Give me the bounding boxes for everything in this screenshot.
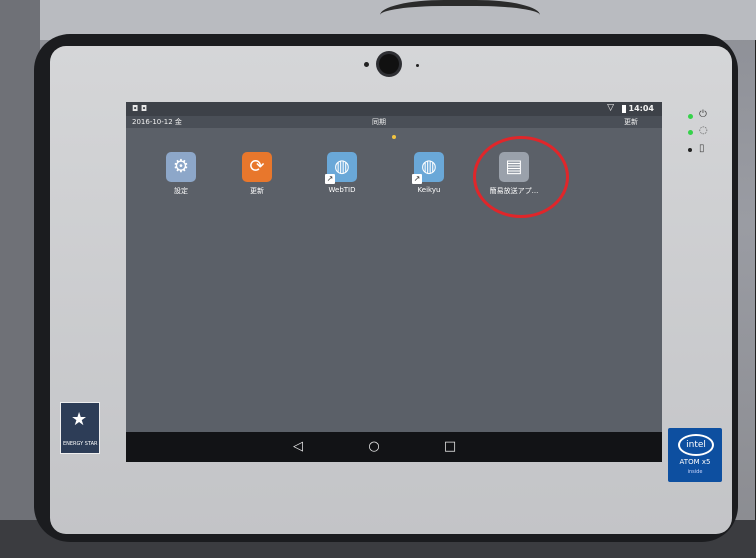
power-icon: ⏻ xyxy=(699,109,707,120)
app-label: 更新 xyxy=(250,187,264,195)
home-button[interactable]: ○ xyxy=(365,438,383,456)
energy-star-label: ENERGY STAR xyxy=(63,441,98,447)
app-update[interactable]: ⟳ 更新 xyxy=(222,152,292,196)
front-camera-icon xyxy=(379,54,399,74)
info-right-text: 更新 xyxy=(624,118,638,126)
storage-icon: ◌ xyxy=(699,125,708,136)
notification-icons: ◘ ◘ xyxy=(132,104,148,113)
energy-star-icon: ★ xyxy=(71,409,88,430)
energy-star-badge: ★ ENERGY STAR xyxy=(60,402,100,454)
storage-led-icon xyxy=(688,130,693,135)
battery-led-icon xyxy=(688,148,692,152)
recents-button[interactable]: □ xyxy=(441,438,459,456)
power-cable xyxy=(380,0,540,38)
intel-inside-label: inside xyxy=(687,469,703,475)
back-button[interactable]: ◁ xyxy=(289,438,307,456)
navigation-bar: ◁ ○ □ xyxy=(126,432,662,462)
info-bar: 2016-10-12 金 同期 更新 xyxy=(126,116,662,128)
wifi-icon: ▽ xyxy=(607,103,614,113)
app-label: 設定 xyxy=(174,187,188,195)
intel-badge: intel ATOM x5 inside xyxy=(668,428,722,482)
intel-chip-label: ATOM x5 xyxy=(679,458,711,466)
android-screen: ◘ ◘ ▽ 14:04 2016-10-12 金 同期 更新 ⚙ 設定 ⟳ 更新… xyxy=(126,102,662,462)
app-settings[interactable]: ⚙ 設定 xyxy=(146,152,216,196)
settings-gear-icon: ⚙ xyxy=(166,152,196,182)
shortcut-arrow-icon: ↗ xyxy=(325,174,335,184)
status-time: 14:04 xyxy=(628,104,654,113)
shortcut-arrow-icon: ↗ xyxy=(412,174,422,184)
browser-globe-icon: ◍ ↗ xyxy=(412,152,444,184)
sensor-icon xyxy=(364,62,369,67)
battery-indicator-icon: ▯ xyxy=(699,143,705,154)
update-icon: ⟳ xyxy=(242,152,272,182)
power-led-icon xyxy=(688,114,693,119)
battery-icon xyxy=(622,105,626,113)
app-keikyu[interactable]: ◍ ↗ Keikyu xyxy=(394,152,464,194)
app-label: WebTID xyxy=(328,186,356,194)
status-bar: ◘ ◘ ▽ 14:04 xyxy=(126,102,662,116)
highlight-circle xyxy=(473,136,569,218)
app-label: Keikyu xyxy=(417,186,441,194)
app-webtid[interactable]: ◍ ↗ WebTID xyxy=(307,152,377,194)
info-center-text: 同期 xyxy=(372,118,386,126)
sensor-icon xyxy=(416,64,419,67)
page-indicator xyxy=(392,135,396,139)
info-date: 2016-10-12 金 xyxy=(132,118,182,126)
browser-globe-icon: ◍ ↗ xyxy=(325,152,357,184)
intel-logo: intel xyxy=(678,434,714,456)
